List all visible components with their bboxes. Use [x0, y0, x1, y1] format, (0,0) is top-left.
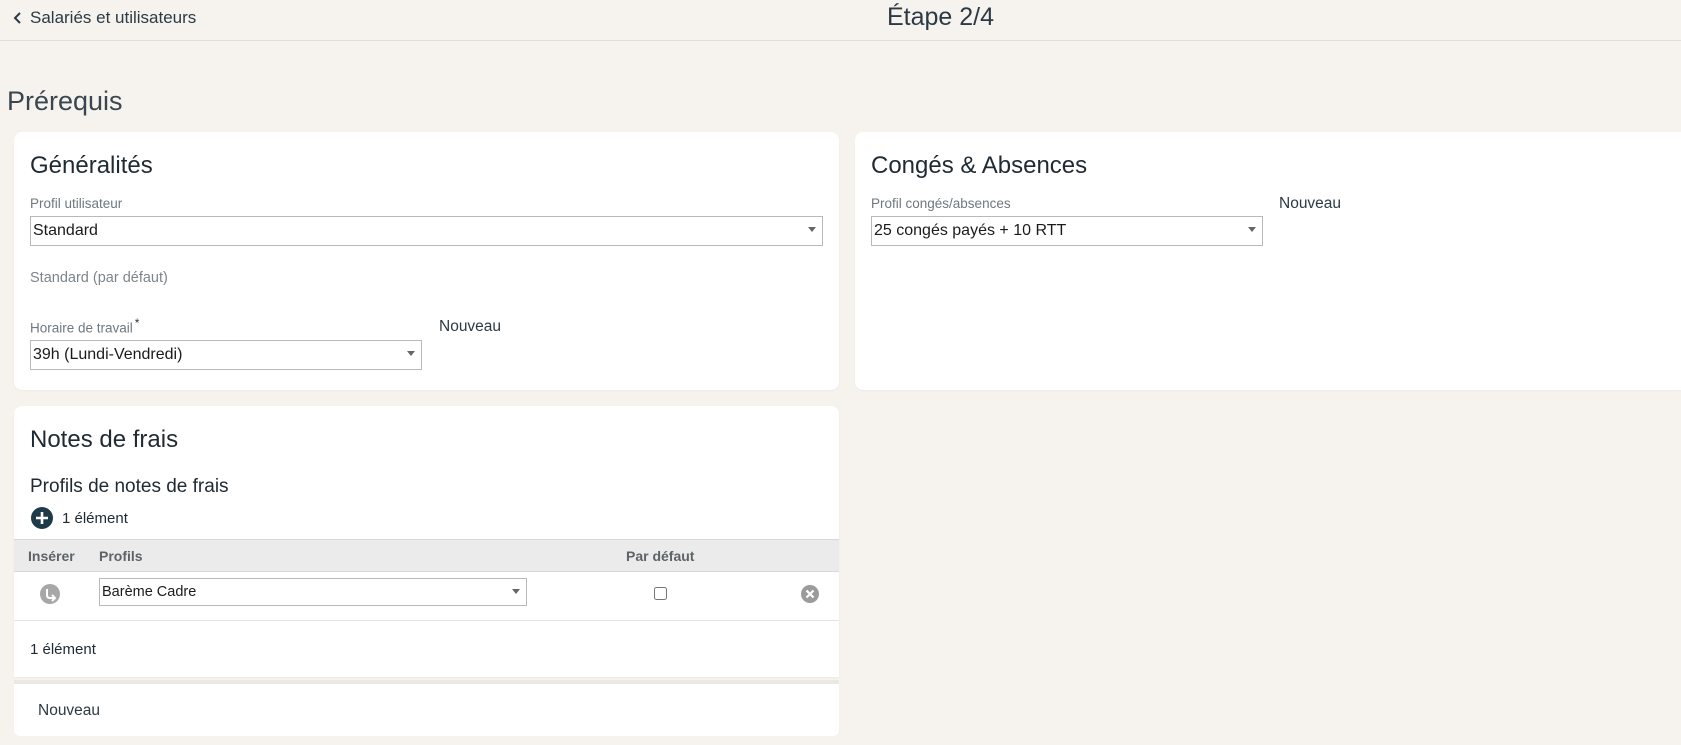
row-divider	[14, 620, 839, 621]
remove-row-icon[interactable]	[800, 584, 820, 604]
user-profile-select[interactable]: Standard	[30, 216, 823, 246]
chevron-down-icon	[1248, 227, 1256, 232]
footer-count: 1 élément	[30, 641, 96, 658]
leave-profile-select[interactable]: 25 congés payés + 10 RTT	[871, 216, 1263, 246]
new-expense-profile-link[interactable]: Nouveau	[38, 702, 100, 720]
leave-profile-value: 25 congés payés + 10 RTT	[874, 222, 1067, 239]
user-profile-value: Standard	[33, 222, 98, 239]
notes-title: Notes de frais	[30, 426, 179, 453]
conges-title: Congés & Absences	[871, 152, 1088, 179]
chevron-down-icon	[407, 351, 415, 356]
add-element-count: 1 élément	[62, 509, 128, 527]
column-default: Par défaut	[626, 548, 695, 564]
work-schedule-label: Horaire de travail *	[30, 316, 139, 336]
chevron-down-icon	[512, 589, 520, 594]
column-insert: Insérer	[28, 548, 75, 564]
top-bar: Salariés et utilisateurs Étape 2/4	[0, 0, 1681, 41]
expense-profile-value: Barème Cadre	[102, 584, 197, 600]
work-schedule-value: 39h (Lundi-Vendredi)	[33, 346, 183, 363]
work-schedule-select[interactable]: 39h (Lundi-Vendredi)	[30, 340, 422, 370]
chevron-down-icon	[808, 227, 816, 232]
notes-footer-bar: Nouveau	[14, 680, 839, 736]
table-row: Barème Cadre	[14, 572, 839, 620]
work-schedule-label-text: Horaire de travail	[30, 320, 133, 336]
new-schedule-link[interactable]: Nouveau	[439, 318, 501, 336]
plus-circle-icon	[31, 507, 53, 529]
new-leave-profile-link[interactable]: Nouveau	[1279, 195, 1341, 213]
user-profile-hint: Standard (par défaut)	[30, 270, 168, 286]
generalites-title: Généralités	[30, 152, 153, 179]
expense-profile-select[interactable]: Barème Cadre	[99, 578, 527, 606]
conges-card: Congés & Absences Profil congés/absences…	[855, 132, 1681, 390]
default-checkbox[interactable]	[654, 587, 667, 600]
required-mark: *	[134, 316, 140, 330]
step-indicator: Étape 2/4	[886, 3, 995, 31]
expense-table-header: Insérer Profils Par défaut	[14, 539, 839, 572]
add-element-button[interactable]: 1 élément	[31, 507, 128, 529]
expense-profiles-subtitle: Profils de notes de frais	[30, 476, 229, 497]
leave-profile-label: Profil congés/absences	[871, 196, 1011, 211]
page-title: Prérequis	[7, 86, 123, 116]
column-profiles: Profils	[99, 548, 143, 564]
user-profile-label: Profil utilisateur	[30, 196, 123, 211]
insert-row-icon[interactable]	[39, 583, 61, 605]
generalites-card: Généralités Profil utilisateur Standard …	[14, 132, 839, 390]
